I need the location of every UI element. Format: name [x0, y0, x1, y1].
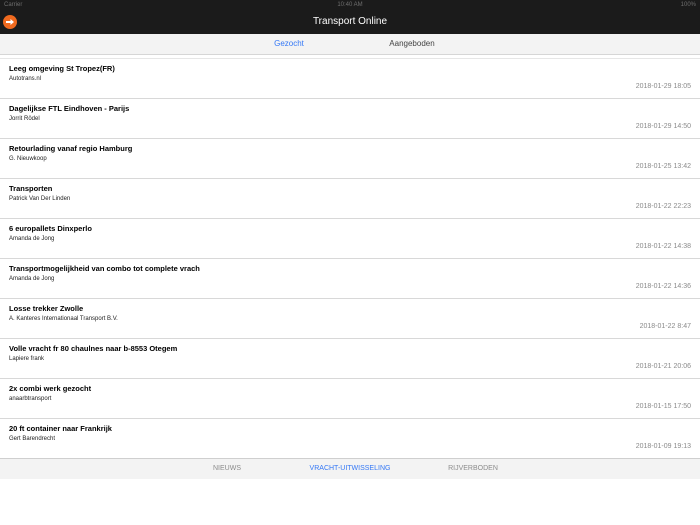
item-title: Volle vracht fr 80 chaulnes naar b-8553 …: [9, 344, 178, 353]
item-title: Leeg omgeving St Tropez(FR): [9, 64, 115, 73]
item-title: Transporten: [9, 184, 53, 193]
item-date: 2018-01-29 18:05: [635, 83, 691, 90]
list-item[interactable]: Leeg omgeving St Tropez(FR) Autotrans.nl…: [0, 59, 700, 99]
battery-label: 100%: [680, 2, 696, 8]
item-date: 2018-01-22 14:38: [635, 243, 691, 250]
item-author: Gert Barendrecht: [9, 436, 56, 442]
bottom-tab-bar: NIEUWS VRACHT-UITWISSELING RIJVERBODEN: [0, 458, 700, 479]
segment-gezocht[interactable]: Gezocht: [229, 34, 349, 54]
item-date: 2018-01-09 19:13: [635, 443, 691, 450]
item-author: anaarbtransport: [9, 396, 52, 402]
list-item[interactable]: Dagelijkse FTL Eindhoven - Parijs Jorrit…: [0, 99, 700, 139]
item-title: Retourlading vanaf regio Hamburg: [9, 144, 133, 153]
listing-list: Leeg omgeving St Tropez(FR) Autotrans.nl…: [0, 58, 700, 455]
item-title: 20 ft container naar Frankrijk: [9, 424, 112, 433]
item-date: 2018-01-29 14:50: [635, 123, 691, 130]
tab-nieuws[interactable]: NIEUWS: [167, 459, 287, 479]
tab-vracht-uitwisseling[interactable]: VRACHT-UITWISSELING: [290, 459, 410, 479]
list-item[interactable]: Transportmogelijkheid van combo tot comp…: [0, 259, 700, 299]
item-date: 2018-01-22 22:23: [635, 203, 691, 210]
list-item[interactable]: 20 ft container naar Frankrijk Gert Bare…: [0, 419, 700, 455]
list-item[interactable]: 6 europallets Dinxperlo Amanda de Jong 2…: [0, 219, 700, 259]
item-date: 2018-01-25 13:42: [635, 163, 691, 170]
item-date: 2018-01-21 20:06: [635, 363, 691, 370]
list-item[interactable]: Retourlading vanaf regio Hamburg G. Nieu…: [0, 139, 700, 179]
item-title: Transportmogelijkheid van combo tot comp…: [9, 264, 200, 273]
item-date: 2018-01-22 14:36: [635, 283, 691, 290]
item-date: 2018-01-15 17:50: [635, 403, 691, 410]
item-author: Amanda de Jong: [9, 276, 55, 282]
segmented-control: Gezocht Aangeboden: [0, 34, 700, 55]
item-author: G. Nieuwkoop: [9, 156, 47, 162]
item-author: Jorrit Rödel: [9, 116, 40, 122]
item-title: Dagelijkse FTL Eindhoven - Parijs: [9, 104, 130, 113]
item-title: 6 europallets Dinxperlo: [9, 224, 92, 233]
status-time: 10:40 AM: [337, 2, 363, 8]
item-date: 2018-01-22 8:47: [639, 323, 691, 330]
arrow-right-glyph: [6, 19, 14, 25]
status-bar: Carrier 10:40 AM 100%: [0, 0, 700, 10]
arrow-right-icon[interactable]: [3, 15, 17, 29]
item-author: Patrick Van Der Linden: [9, 196, 71, 202]
item-title: Losse trekker Zwolle: [9, 304, 84, 313]
item-author: Autotrans.nl: [9, 76, 42, 82]
item-author: Amanda de Jong: [9, 236, 55, 242]
bottom-spacer: [0, 479, 700, 525]
list-item[interactable]: Volle vracht fr 80 chaulnes naar b-8553 …: [0, 339, 700, 379]
list-item[interactable]: 2x combi werk gezocht anaarbtransport 20…: [0, 379, 700, 419]
item-title: 2x combi werk gezocht: [9, 384, 92, 393]
item-author: Lapiere frank: [9, 356, 45, 362]
page-title: Transport Online: [312, 16, 388, 27]
tab-rijverboden[interactable]: RIJVERBODEN: [413, 459, 533, 479]
segment-aangeboden[interactable]: Aangeboden: [352, 34, 472, 54]
list-item[interactable]: Losse trekker Zwolle A. Kanteres Interna…: [0, 299, 700, 339]
nav-bar: Transport Online: [0, 10, 700, 34]
item-author: A. Kanteres Internationaal Transport B.V…: [9, 316, 118, 322]
list-item[interactable]: Transporten Patrick Van Der Linden 2018-…: [0, 179, 700, 219]
